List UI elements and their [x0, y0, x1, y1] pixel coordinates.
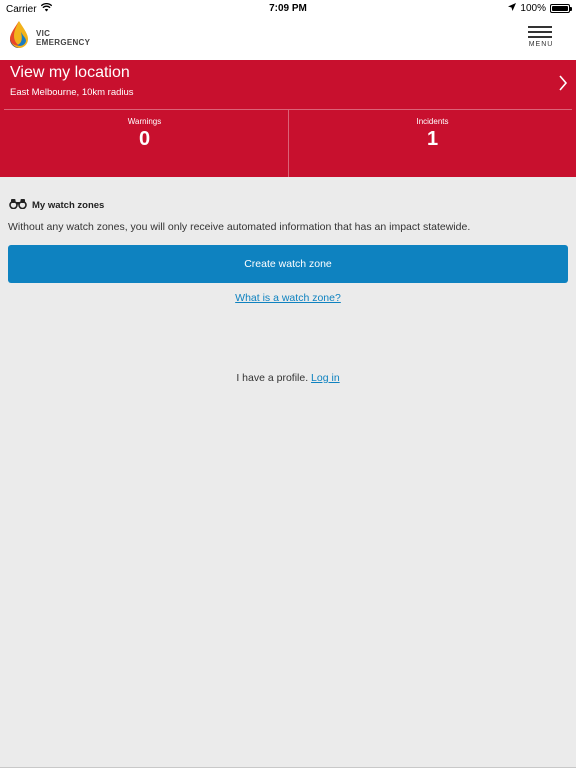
location-arrow-icon	[508, 3, 517, 14]
location-title: View my location	[10, 64, 130, 81]
warnings-count: 0	[138, 128, 151, 150]
chevron-right-icon	[558, 74, 568, 97]
menu-label: MENU	[528, 41, 554, 48]
incidents-label: Incidents	[416, 117, 449, 126]
hamburger-icon	[528, 26, 552, 28]
warnings-stat[interactable]: Warnings 0	[0, 110, 289, 177]
binoculars-icon	[9, 196, 27, 214]
battery-percent: 100%	[520, 3, 546, 14]
logo-text-emergency: EMERGENCY	[36, 37, 91, 47]
watch-zones-header: My watch zones	[9, 196, 104, 214]
what-is-watch-zone-row: What is a watch zone?	[0, 292, 576, 304]
location-panel: View my location East Melbourne, 10km ra…	[0, 60, 576, 177]
status-time: 7:09 PM	[269, 3, 307, 14]
incidents-count: 1	[426, 128, 439, 150]
logo-text-vic: VIC	[36, 28, 51, 38]
logo-text: VIC EMERGENCY	[36, 29, 90, 47]
menu-button[interactable]: MENU	[528, 26, 554, 48]
hamburger-line	[528, 36, 552, 38]
what-is-watch-zone-link[interactable]: What is a watch zone?	[235, 292, 341, 304]
view-my-location-row[interactable]: View my location East Melbourne, 10km ra…	[0, 60, 576, 109]
vic-emergency-logo[interactable]: VIC EMERGENCY	[8, 20, 90, 55]
watch-zones-description: Without any watch zones, you will only r…	[8, 221, 471, 233]
create-watch-zone-button[interactable]: Create watch zone	[8, 245, 568, 283]
watch-zones-title: My watch zones	[32, 199, 105, 211]
profile-login-row: I have a profile. Log in	[0, 372, 576, 384]
incidents-stat[interactable]: Incidents 1	[289, 110, 576, 177]
battery-icon	[550, 4, 572, 13]
profile-text: I have a profile.	[236, 372, 309, 384]
warnings-label: Warnings	[127, 117, 162, 126]
location-subtitle: East Melbourne, 10km radius	[10, 87, 134, 98]
status-right: 100%	[508, 3, 572, 14]
hamburger-line	[528, 31, 552, 33]
status-bar: Carrier 7:09 PM 100%	[0, 0, 576, 16]
flame-drop-icon	[8, 20, 30, 55]
login-link[interactable]: Log in	[311, 372, 340, 384]
app-header: VIC EMERGENCY MENU	[0, 16, 576, 60]
